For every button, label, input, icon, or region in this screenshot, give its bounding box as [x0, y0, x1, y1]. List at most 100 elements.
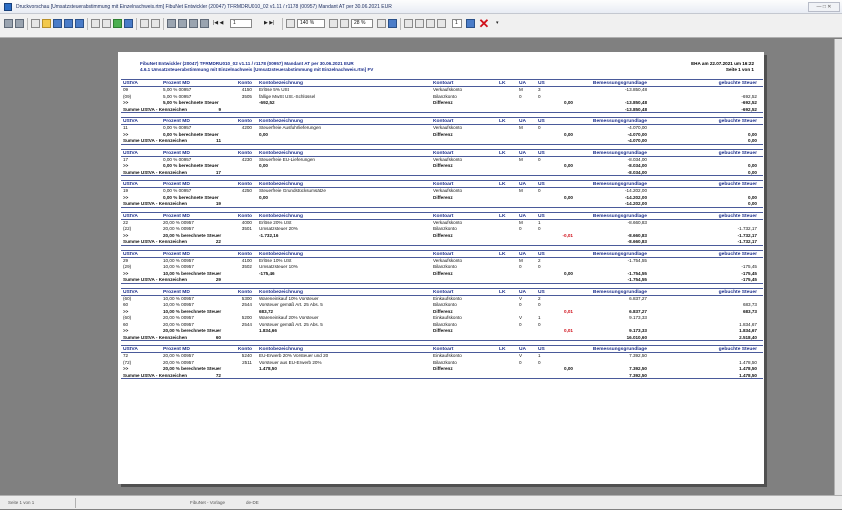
- col-header-gebuchte-steuer: gebuchte Steuer: [718, 213, 757, 219]
- col-header-kontoart: Kontoart: [433, 251, 454, 257]
- col-header-lk: LK: [499, 81, 506, 86]
- col-header-ustva: UStVA: [123, 347, 138, 352]
- col-header-konto: Konto: [237, 119, 252, 124]
- report-header-line2: 4.6.1 Umsatzsteuerabstimmung mit Einzeln…: [140, 67, 374, 72]
- dropdown-arrow-icon[interactable]: ▾: [496, 19, 499, 28]
- sum-kennzeichen: 72: [215, 372, 221, 378]
- open-folder-icon[interactable]: [42, 19, 51, 28]
- sum-bemessungsgrundlage: -13.850,48: [625, 106, 647, 112]
- calendar-icon[interactable]: [388, 19, 397, 28]
- sum-label: Summe UStVA - Kennzeichen: [123, 106, 188, 112]
- ustva-block: UStVA Prozent MD Konto Kontobezeichnung Kont…: [121, 287, 763, 341]
- two-pages-icon[interactable]: [178, 19, 187, 28]
- sum-gebuchte-steuer: 0,00: [748, 169, 757, 175]
- print-icon[interactable]: [91, 19, 100, 28]
- col-header-gebuchte-steuer: gebuchte Steuer: [718, 119, 757, 124]
- refresh-icon[interactable]: [377, 19, 386, 28]
- find-next-icon[interactable]: [151, 19, 160, 28]
- layout-icon-4[interactable]: [437, 19, 446, 28]
- col-header-kontobezeichnung: Kontobezeichnung: [259, 251, 304, 257]
- sum-bemessungsgrundlage: -1.754,55: [627, 277, 647, 282]
- zoom-page-icon[interactable]: [340, 19, 349, 28]
- col-header-gebuchte-steuer: gebuchte Steuer: [718, 347, 757, 352]
- sum-label: Summe UStVA - Kennzeichen: [123, 138, 188, 143]
- col-header-bemessungsgrundlage: Bemessungsgrundlage: [592, 182, 647, 187]
- col-header-lk: LK: [499, 182, 506, 187]
- zoom2-select[interactable]: 28 %: [351, 19, 373, 28]
- table-header: UStVA Prozent MD Konto Kontobezeichnung Kont…: [121, 249, 763, 258]
- close-preview-icon[interactable]: ✕: [478, 17, 490, 31]
- col-header-prozent: Prozent MD: [163, 289, 190, 295]
- vertical-scrollbar[interactable]: [834, 39, 842, 495]
- next-last-page-icon[interactable]: ▶ ▶|: [264, 19, 274, 28]
- sum-bemessungsgrundlage: -14.202,00: [625, 201, 647, 206]
- col-header-kontobezeichnung: Kontobezeichnung: [259, 347, 304, 352]
- toolbar-divider: [136, 18, 137, 30]
- sum-kennzeichen: 17: [215, 169, 221, 175]
- layout-icon-2[interactable]: [415, 19, 424, 28]
- col-header-ua: UA: [519, 289, 527, 295]
- find-icon[interactable]: [140, 19, 149, 28]
- save-icon[interactable]: [53, 19, 62, 28]
- col-header-kontobezeichnung: Kontobezeichnung: [259, 150, 304, 156]
- sum-bemessungsgrundlage: 7.392,50: [629, 372, 647, 378]
- save-as-icon[interactable]: [64, 19, 73, 28]
- print-preview-window: Druckvorschau [Umsatzsteuerabstimmung mi…: [0, 0, 842, 509]
- col-header-kontobezeichnung: Kontobezeichnung: [259, 119, 304, 124]
- col-header-prozent: Prozent MD: [163, 251, 190, 257]
- col-header-konto: Konto: [237, 81, 252, 86]
- window-controls[interactable]: — □ ✕: [808, 2, 840, 12]
- page-number-input[interactable]: 1: [230, 19, 252, 28]
- fit-width-icon[interactable]: [15, 19, 24, 28]
- preview-area[interactable]: FibuNet Entwickler (20047) TFRMDRU010_02…: [0, 39, 842, 495]
- single-page-icon[interactable]: [167, 19, 176, 28]
- report-page-info: Seite 1 von 1: [725, 67, 754, 72]
- layout-icon-1[interactable]: [404, 19, 413, 28]
- thumbnails-icon[interactable]: [200, 19, 209, 28]
- zoom-in-icon[interactable]: [286, 19, 295, 28]
- sum-bemessungsgrundlage: -4.070,00: [627, 138, 647, 143]
- col-header-us: US: [538, 119, 545, 124]
- four-pages-icon[interactable]: [189, 19, 198, 28]
- col-header-kontoart: Kontoart: [433, 150, 454, 156]
- col-header-prozent: Prozent MD: [163, 150, 190, 156]
- col-header-kontoart: Kontoart: [433, 81, 454, 86]
- page-setup-icon[interactable]: [102, 19, 111, 28]
- col-header-us: US: [538, 182, 545, 187]
- report-page: FibuNet Entwickler (20047) TFRMDRU010_02…: [118, 52, 764, 484]
- zoom-select[interactable]: 140 %: [297, 19, 325, 28]
- fit-page-icon[interactable]: [4, 19, 13, 28]
- first-prev-page-icon[interactable]: |◀ ◀: [213, 19, 223, 28]
- sum-kennzeichen: 60: [215, 334, 221, 340]
- layout-icon-3[interactable]: [426, 19, 435, 28]
- col-header-us: US: [538, 150, 545, 156]
- col-header-ua: UA: [519, 182, 527, 187]
- new-document-icon[interactable]: [31, 19, 40, 28]
- print-now-icon[interactable]: [466, 19, 475, 28]
- email-icon[interactable]: [124, 19, 133, 28]
- excel-export-icon[interactable]: [113, 19, 122, 28]
- sum-kennzeichen: 19: [215, 201, 221, 206]
- col-header-ustva: UStVA: [123, 251, 138, 257]
- toolbar-divider: [282, 18, 283, 30]
- sum-label: Summe UStVA - Kennzeichen: [123, 201, 188, 206]
- col-header-kontobezeichnung: Kontobezeichnung: [259, 182, 304, 187]
- col-header-gebuchte-steuer: gebuchte Steuer: [718, 251, 757, 257]
- zoom-out-icon[interactable]: [329, 19, 338, 28]
- export-icon[interactable]: [75, 19, 84, 28]
- col-header-ustva: UStVA: [123, 119, 138, 124]
- ustva-block: UStVA Prozent MD Konto Kontobezeichnung Kont…: [121, 180, 763, 208]
- col-header-lk: LK: [499, 289, 506, 295]
- sum-row: Summe UStVA - Kennzeichen 72 7.392,50 1.478…: [121, 372, 763, 379]
- col-header-gebuchte-steuer: gebuchte Steuer: [718, 150, 757, 156]
- col-header-us: US: [538, 81, 545, 86]
- copies-input[interactable]: 1: [452, 19, 462, 28]
- col-header-ustva: UStVA: [123, 150, 138, 156]
- col-header-us: US: [538, 289, 545, 295]
- col-header-kontoart: Kontoart: [433, 182, 454, 187]
- col-header-konto: Konto: [237, 182, 252, 187]
- col-header-us: US: [538, 251, 545, 257]
- col-header-kontobezeichnung: Kontobezeichnung: [259, 81, 304, 86]
- sum-row: Summe UStVA - Kennzeichen 9 -13.850,48 -692…: [121, 106, 763, 113]
- ustva-block: UStVA Prozent MD Konto Kontobezeichnung Kont…: [121, 79, 763, 113]
